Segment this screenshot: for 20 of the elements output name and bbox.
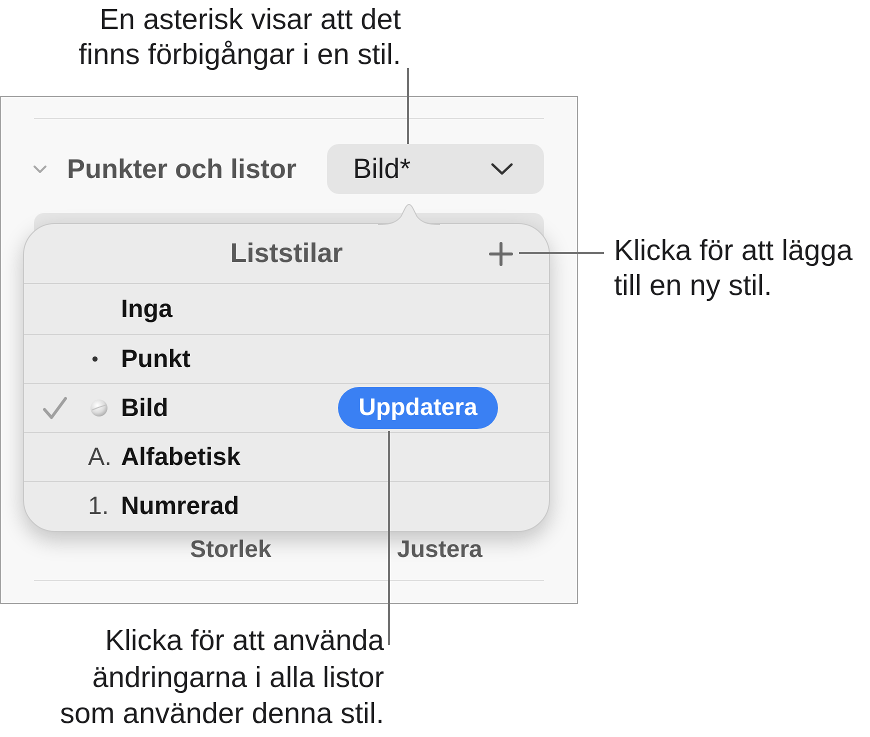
bullet-icon bbox=[92, 356, 98, 362]
checkmark-icon bbox=[42, 396, 68, 420]
control-label: Storlek bbox=[190, 536, 272, 564]
sphere-icon bbox=[90, 399, 108, 417]
menu-item[interactable]: Punkt bbox=[24, 335, 549, 384]
list-marker: A. bbox=[88, 442, 112, 472]
popover-title: Liststilar bbox=[230, 238, 343, 269]
menu-item[interactable]: Bild Uppdatera bbox=[24, 384, 549, 433]
callout-text: Klicka för att använda ändringarna i alla listor som använder denna stil. bbox=[60, 624, 384, 732]
plus-icon[interactable] bbox=[489, 242, 513, 266]
callout-text: Klicka för att lägga till en ny stil. bbox=[614, 234, 853, 304]
callout-text: En asterisk visar att det finns förbigångar i en stil. bbox=[78, 3, 401, 73]
control-label: Justera bbox=[397, 536, 482, 564]
menu-item[interactable]: 1. Numrerad bbox=[24, 482, 549, 531]
menu-item[interactable]: Inga bbox=[24, 284, 549, 335]
style-dropdown[interactable]: Bild* bbox=[327, 144, 544, 194]
update-button[interactable]: Uppdatera bbox=[338, 387, 498, 429]
section-title: Punkter och listor bbox=[67, 154, 297, 184]
chevron-down-icon bbox=[491, 163, 513, 175]
list-marker: 1. bbox=[88, 492, 109, 521]
